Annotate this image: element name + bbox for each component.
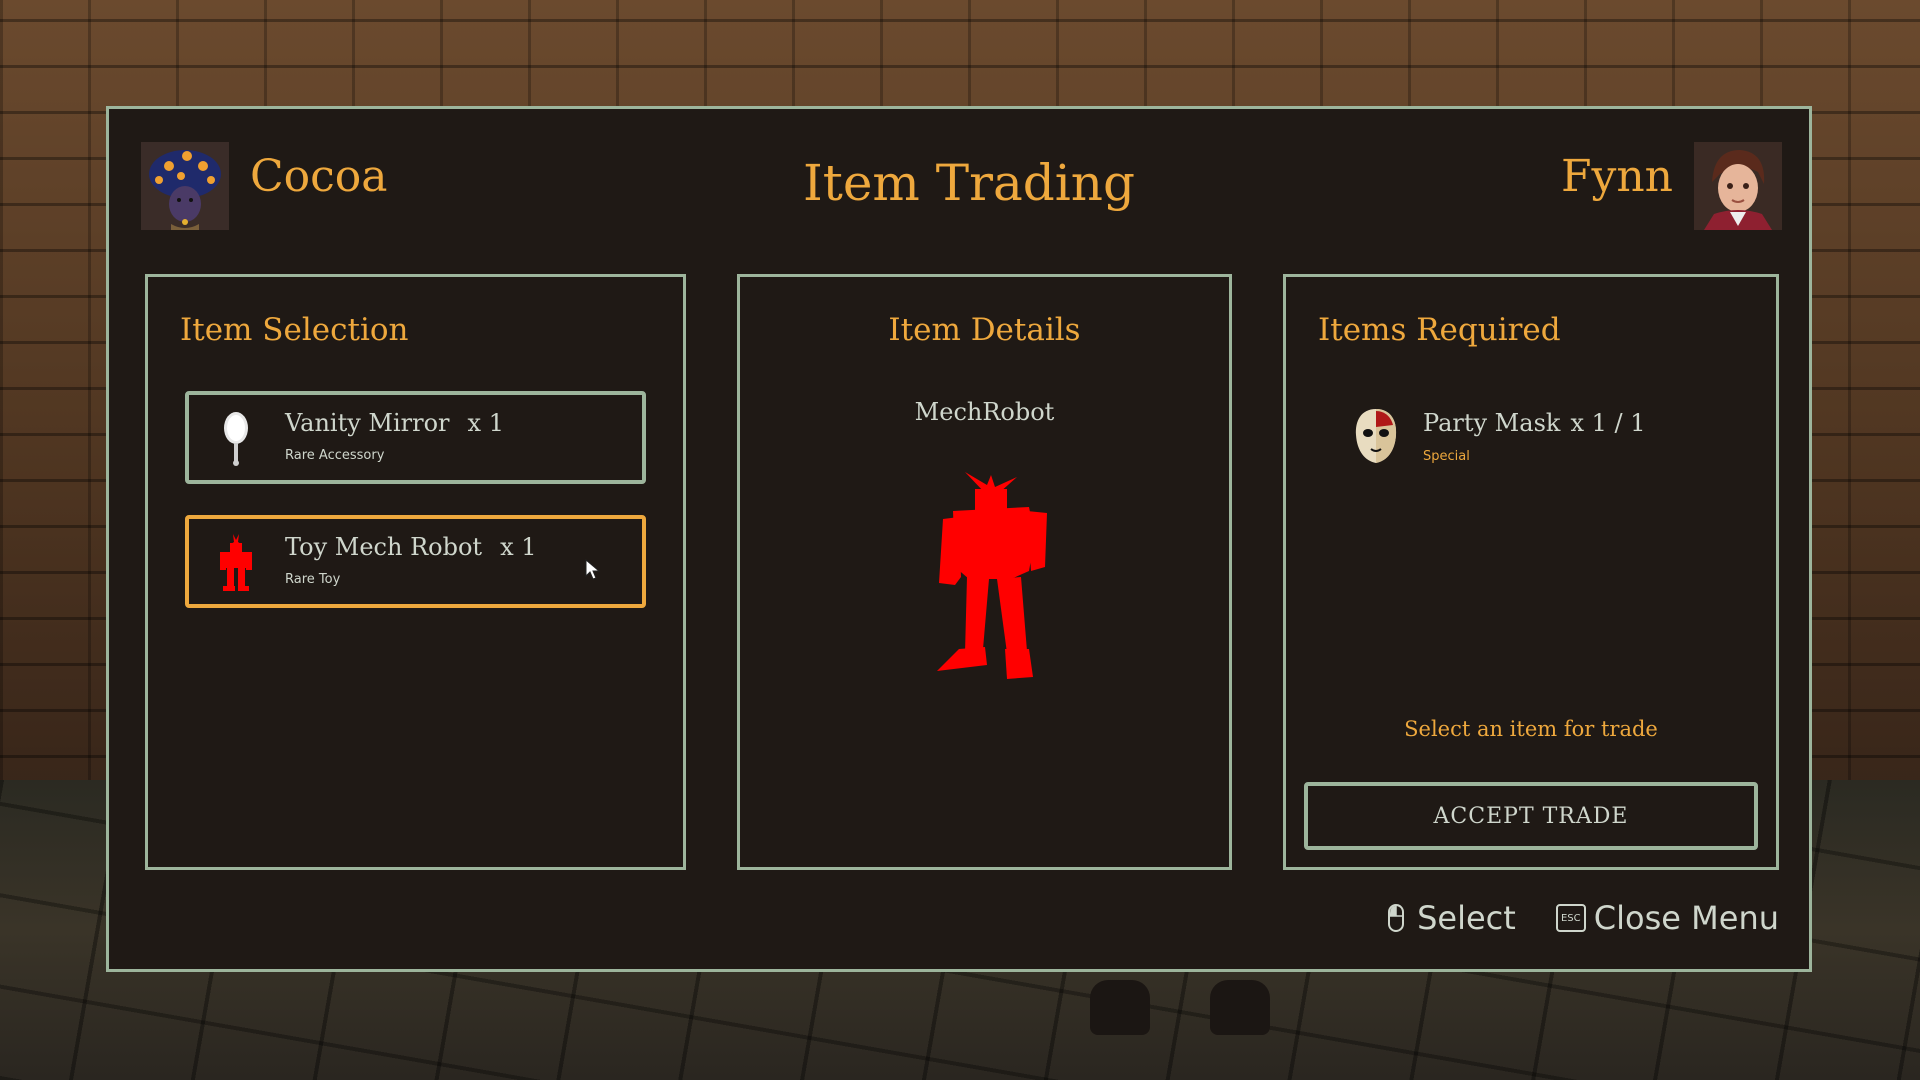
trade-hint: Select an item for trade <box>1404 717 1658 741</box>
item-selection-panel: Item Selection Vanity Mirror x 1 Rare Acc… <box>145 274 686 870</box>
mouse-cursor-icon <box>585 559 601 580</box>
mech-robot-icon <box>220 534 252 591</box>
hand-mirror-icon <box>224 412 248 466</box>
items-required-panel: Items Required Party Mask x 1 / 1 Special… <box>1283 274 1779 870</box>
accept-trade-button[interactable]: ACCEPT TRADE <box>1304 782 1758 850</box>
required-item-rarity: Special <box>1423 449 1470 464</box>
close-menu-label: Close Menu <box>1593 899 1779 937</box>
items-required-title: Items Required <box>1318 312 1561 348</box>
mouse-icon <box>1388 904 1405 932</box>
item-details-title: Item Details <box>888 312 1081 348</box>
inventory-item-toy-mech-robot[interactable]: Toy Mech Robot x 1 Rare Toy <box>185 515 646 608</box>
footer-controls: Select ESC Close Menu <box>1348 899 1779 937</box>
character-feet <box>1090 975 1280 1035</box>
trade-panel: Cocoa Item Trading Fynn Item Selection V <box>106 106 1812 972</box>
mech-robot-icon <box>937 472 1047 679</box>
item-name: Vanity Mirror x 1 <box>285 409 504 437</box>
select-label: Select <box>1417 899 1516 937</box>
item-name: Toy Mech Robot x 1 <box>285 533 537 561</box>
item-quantity: x 1 <box>500 533 537 561</box>
esc-key-icon: ESC <box>1555 904 1586 932</box>
inventory-item-vanity-mirror[interactable]: Vanity Mirror x 1 Rare Accessory <box>185 391 646 484</box>
select-hint[interactable]: Select <box>1388 899 1516 937</box>
right-player-avatar <box>1694 142 1782 230</box>
item-quantity: x 1 <box>467 409 504 437</box>
item-rarity: Rare Accessory <box>285 448 385 463</box>
close-menu-hint[interactable]: ESC Close Menu <box>1555 899 1779 937</box>
item-selection-title: Item Selection <box>180 312 409 348</box>
detail-item-name: MechRobot <box>914 398 1055 426</box>
right-player-name: Fynn <box>1560 151 1673 202</box>
item-details-panel: Item Details MechRobot <box>737 274 1232 870</box>
party-mask-icon <box>1355 409 1397 463</box>
item-rarity: Rare Toy <box>285 572 341 587</box>
required-item-name: Party Mask x 1 / 1 <box>1423 409 1646 437</box>
required-item-quantity: x 1 / 1 <box>1570 409 1646 437</box>
